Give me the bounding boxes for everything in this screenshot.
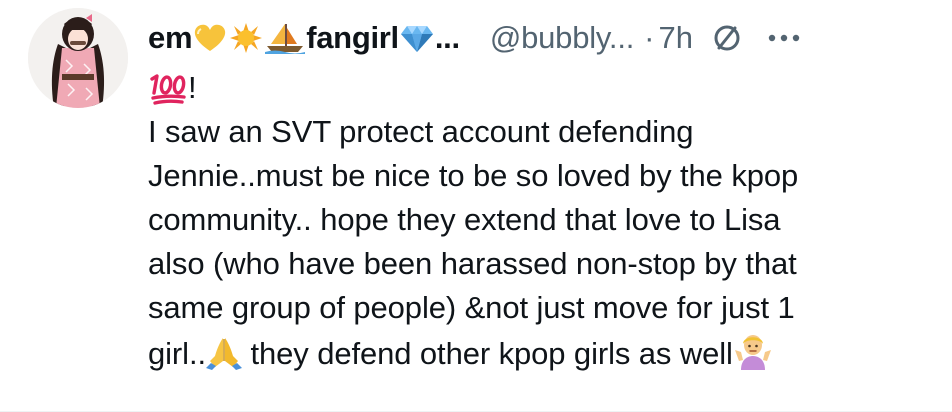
block-icon[interactable]	[711, 22, 743, 54]
tweet-text: I saw an SVT protect account defending J…	[148, 110, 938, 374]
more-icon[interactable]	[767, 33, 801, 43]
tweet-card[interactable]: em fangirl ... @bubbly... · 7h ! I saw a…	[0, 0, 952, 412]
tweet-header: em fangirl ... @bubbly... · 7h	[148, 16, 801, 60]
avatar[interactable]	[28, 8, 128, 108]
folded-hands-icon	[205, 334, 242, 382]
display-name-prefix: em	[148, 20, 193, 55]
tweet-text-line: also (who have been harassed non-stop by…	[148, 246, 797, 281]
display-name[interactable]: em fangirl ...	[148, 20, 460, 56]
person-shrugging-icon	[733, 330, 773, 382]
tweet-text-line: community.. hope they extend that love t…	[148, 202, 781, 237]
tweet-text-line: same group of people) &not just move for…	[148, 290, 795, 325]
tweet-text-line: I saw an SVT protect account defending	[148, 114, 694, 149]
first-line-text: !	[188, 70, 197, 105]
gem-icon	[400, 23, 434, 53]
user-handle[interactable]: @bubbly...	[490, 20, 635, 56]
avatar-image	[28, 8, 128, 108]
sun-icon	[229, 22, 263, 54]
last-line-before: girl..	[148, 336, 206, 371]
timestamp[interactable]: 7h	[659, 20, 693, 56]
tweet-text-line: Jennie..must be nice to be so loved by t…	[148, 158, 799, 193]
display-name-suffix: fangirl	[306, 20, 399, 55]
last-line-after: they defend other kpop girls as well	[241, 336, 733, 371]
hundred-points-icon	[148, 71, 188, 105]
separator-dot: ·	[644, 20, 655, 55]
yellow-heart-icon	[193, 23, 227, 53]
tweet-first-line: !	[148, 68, 197, 108]
display-name-ellipsis: ...	[434, 20, 460, 55]
tweet-text-last-line: girl.. they defend other kpop girls as w…	[148, 330, 938, 374]
sailboat-icon	[265, 22, 306, 54]
